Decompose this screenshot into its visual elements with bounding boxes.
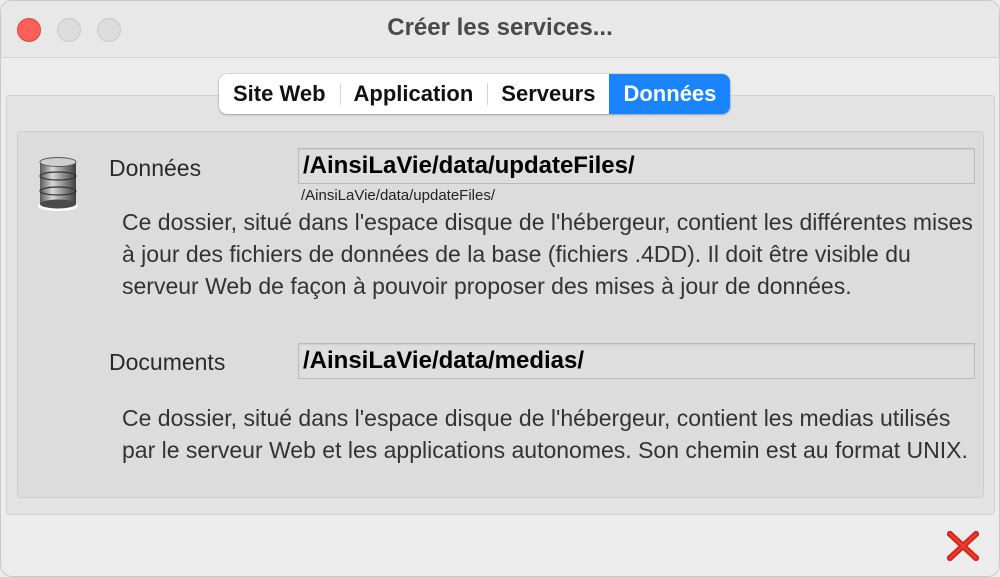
tab-bar: Site Web Application Serveurs Données: [219, 74, 731, 114]
documents-folder-path-field[interactable]: /AinsiLaVie/data/medias/: [298, 343, 975, 379]
title-bar[interactable]: Créer les services...: [1, 1, 999, 58]
tab-serveurs[interactable]: Serveurs: [487, 74, 609, 114]
dialog-window: Créer les services... Site Web Applicati…: [0, 0, 1000, 577]
database-icon: [38, 157, 78, 211]
data-folder-path-hint: /AinsiLaVie/data/updateFiles/: [301, 187, 496, 204]
tab-site-web[interactable]: Site Web: [219, 74, 340, 114]
documents-folder-label: Documents: [109, 349, 226, 375]
tab-donnees[interactable]: Données: [609, 74, 731, 114]
red-x-close-icon[interactable]: [947, 531, 979, 561]
documents-folder-description: Ce dossier, situé dans l'espace disque d…: [122, 405, 968, 463]
tab-application[interactable]: Application: [339, 74, 488, 114]
window-title: Créer les services...: [387, 14, 613, 41]
data-folder-label: Données: [109, 155, 202, 181]
data-folder-description: Ce dossier, situé dans l'espace disque d…: [122, 209, 973, 299]
data-folder-path-field[interactable]: /AinsiLaVie/data/updateFiles/: [298, 148, 975, 184]
